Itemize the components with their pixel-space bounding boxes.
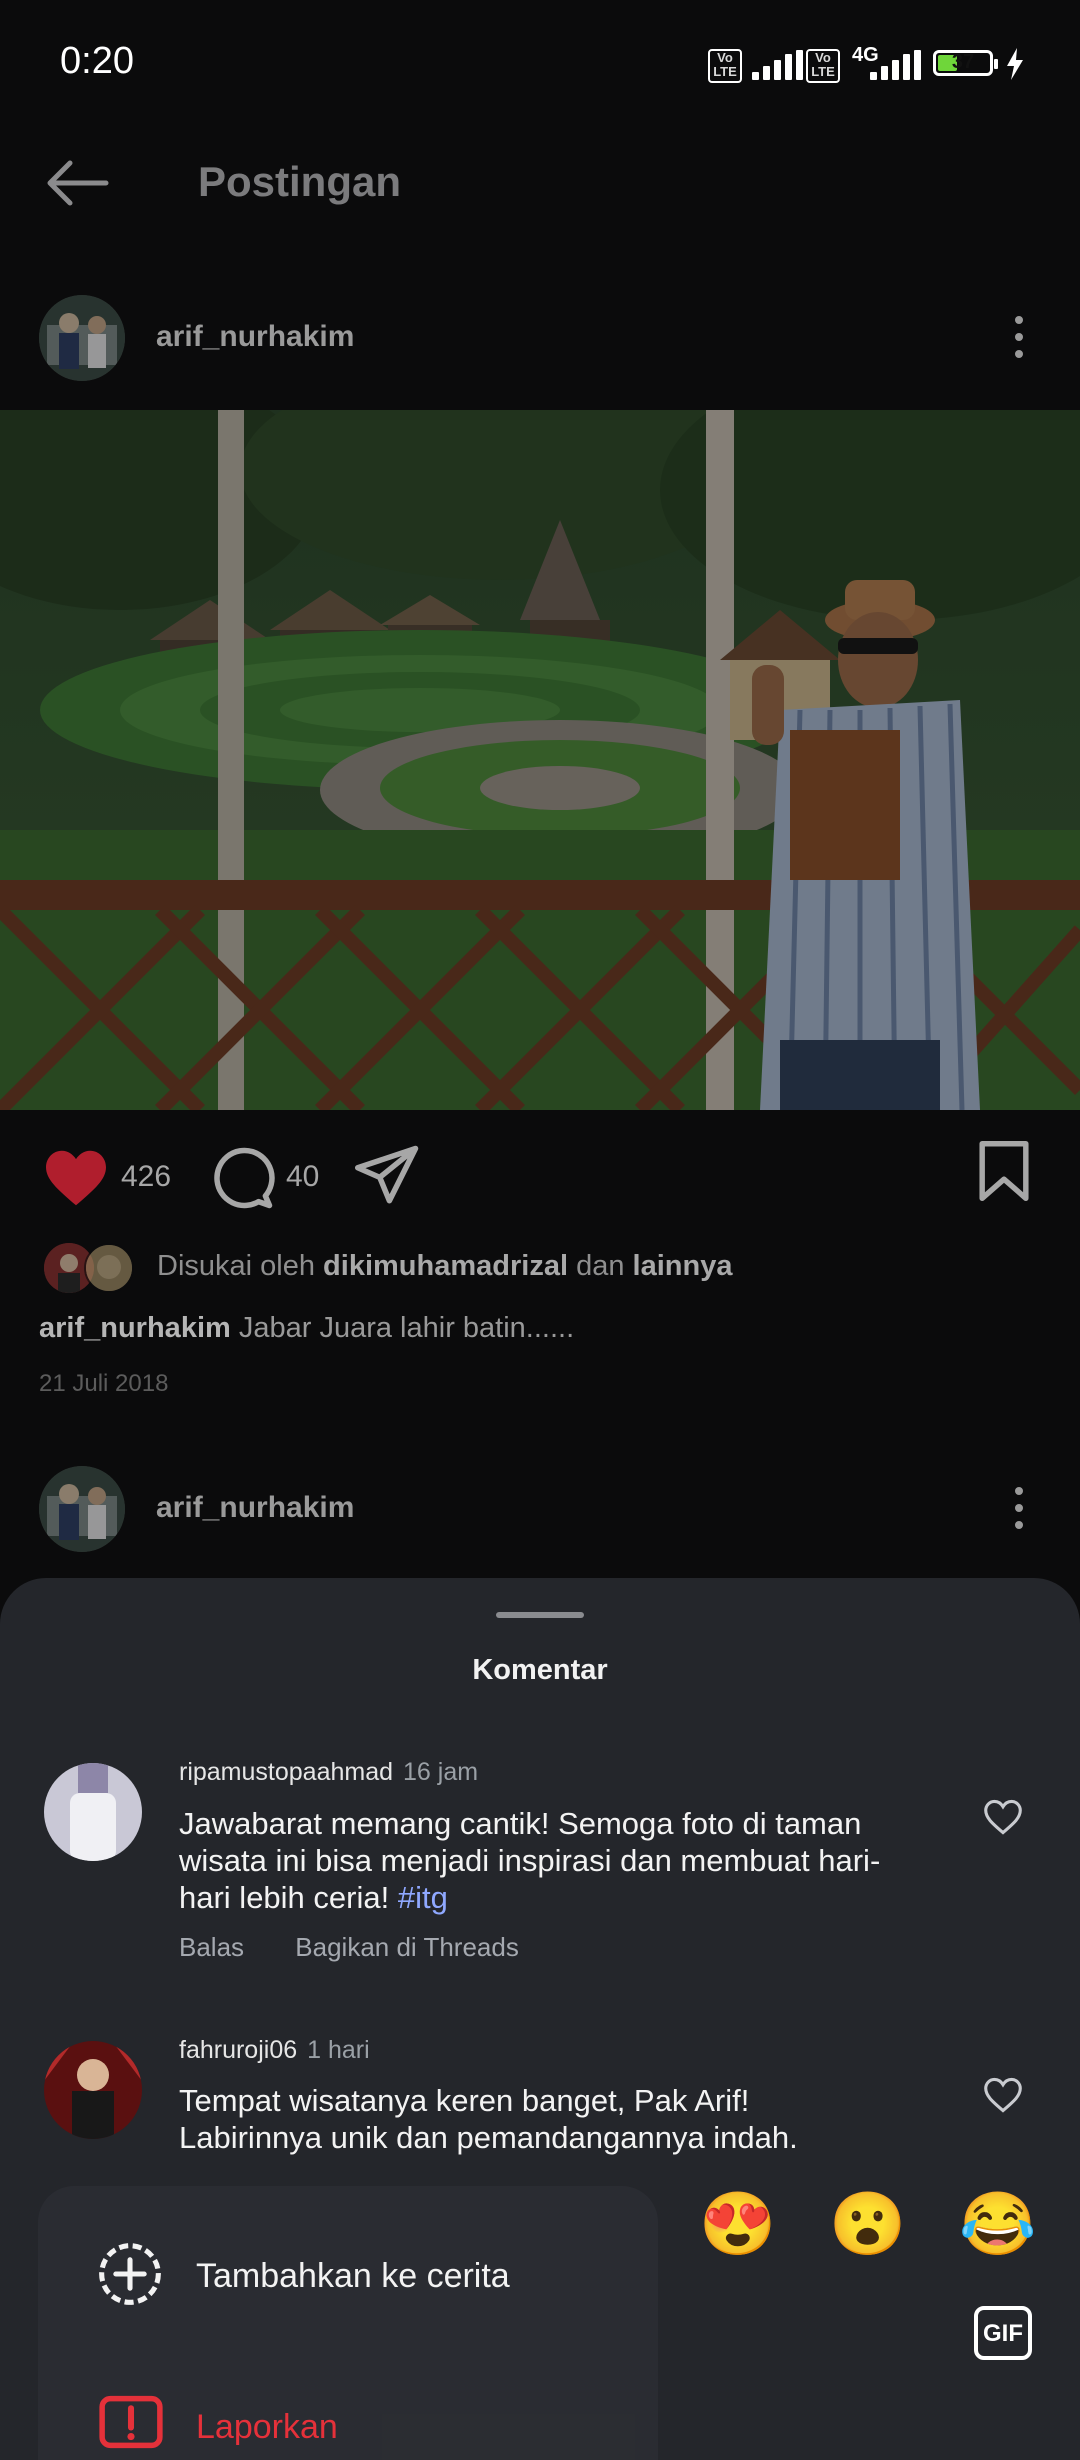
more-vertical-icon[interactable] bbox=[1013, 1487, 1025, 1529]
comment-header: fahruroji06 1 hari bbox=[179, 2036, 370, 2065]
liked-by-prefix: Disukai oleh bbox=[157, 1250, 315, 1282]
post-avatar[interactable] bbox=[39, 295, 125, 381]
page-title: Postingan bbox=[198, 158, 402, 205]
comment-count: 40 bbox=[286, 1160, 320, 1193]
comment-username[interactable]: ripamustopaahmad bbox=[179, 1758, 393, 1786]
comment-username[interactable]: fahruroji06 bbox=[179, 2036, 297, 2064]
lightning-bolt-icon bbox=[1007, 48, 1023, 80]
post-image[interactable] bbox=[0, 410, 1080, 1110]
gif-button[interactable]: GIF bbox=[974, 2306, 1032, 2360]
liked-by-text[interactable]: Disukai oleh dikimuhamadrizal dan lainny… bbox=[157, 1250, 732, 1283]
reaction-surprised[interactable]: 😮 bbox=[829, 2190, 906, 2260]
bookmark-icon[interactable] bbox=[976, 1141, 1032, 1201]
share-threads-button[interactable]: Bagikan di Threads bbox=[295, 1932, 519, 1962]
post-date: 21 Juli 2018 bbox=[39, 1370, 169, 1397]
sheet-title: Komentar bbox=[472, 1654, 608, 1686]
comment-time: 16 jam bbox=[403, 1758, 479, 1786]
more-vertical-icon[interactable] bbox=[1013, 316, 1025, 358]
liked-by-others[interactable]: lainnya bbox=[633, 1250, 733, 1282]
sheet-drag-handle[interactable] bbox=[496, 1612, 584, 1618]
reply-button[interactable]: Balas bbox=[179, 1932, 244, 1962]
comment-avatar[interactable] bbox=[44, 2041, 142, 2139]
comment-text: Jawabarat memang cantik! Semoga foto di … bbox=[179, 1805, 899, 1916]
heart-outline-icon[interactable] bbox=[982, 2076, 1024, 2114]
comment-time: 1 hari bbox=[307, 2036, 370, 2064]
reaction-heart-eyes[interactable]: 😍 bbox=[699, 2190, 776, 2260]
liker-avatar-2[interactable] bbox=[84, 1243, 134, 1293]
comment-icon[interactable] bbox=[209, 1145, 275, 1211]
volte-badge-2: Vo LTE bbox=[806, 49, 840, 83]
signal-icon-2 bbox=[870, 50, 921, 80]
like-count: 426 bbox=[121, 1160, 172, 1193]
post-username[interactable]: arif_nurhakim bbox=[156, 320, 354, 354]
battery-icon: 37 bbox=[933, 50, 993, 76]
comment-avatar[interactable] bbox=[44, 1763, 142, 1861]
caption-text: Jabar Juara lahir batin...... bbox=[238, 1312, 575, 1344]
comment-header: ripamustopaahmad 16 jam bbox=[179, 1758, 478, 1787]
comment-body: Jawabarat memang cantik! Semoga foto di … bbox=[179, 1806, 881, 1915]
add-circle-icon[interactable] bbox=[96, 2240, 164, 2308]
liked-by-conj: dan bbox=[576, 1250, 625, 1282]
share-icon[interactable] bbox=[355, 1145, 421, 1207]
signal-icon bbox=[752, 50, 803, 80]
post2-username[interactable]: arif_nurhakim bbox=[156, 1491, 354, 1525]
heart-filled-icon[interactable] bbox=[43, 1148, 109, 1208]
comment-actions: Balas Bagikan di Threads bbox=[179, 1932, 519, 1963]
report-icon[interactable] bbox=[98, 2394, 164, 2450]
report-button[interactable]: Laporkan bbox=[196, 2408, 338, 2447]
status-time: 0:20 bbox=[60, 40, 134, 82]
caption-username[interactable]: arif_nurhakim bbox=[39, 1312, 231, 1344]
liked-by-user[interactable]: dikimuhamadrizal bbox=[323, 1250, 568, 1282]
comment-text: Tempat wisatanya keren banget, Pak Arif!… bbox=[179, 2083, 798, 2155]
heart-outline-icon[interactable] bbox=[982, 1798, 1024, 1836]
arrow-left-icon[interactable] bbox=[44, 158, 110, 208]
comment-hashtag[interactable]: #itg bbox=[398, 1880, 448, 1915]
add-to-story-button[interactable]: Tambahkan ke cerita bbox=[196, 2257, 510, 2296]
battery-level: 37 bbox=[951, 51, 975, 73]
post-caption: arif_nurhakim Jabar Juara lahir batin...… bbox=[39, 1312, 574, 1345]
reaction-laughing[interactable]: 😂 bbox=[959, 2190, 1036, 2260]
status-bar: 0:20 Vo LTE Vo LTE 4G 37 bbox=[0, 0, 1080, 130]
battery-tip bbox=[994, 59, 998, 69]
post2-avatar[interactable] bbox=[39, 1466, 125, 1552]
volte-badge-1: Vo LTE bbox=[708, 49, 742, 83]
